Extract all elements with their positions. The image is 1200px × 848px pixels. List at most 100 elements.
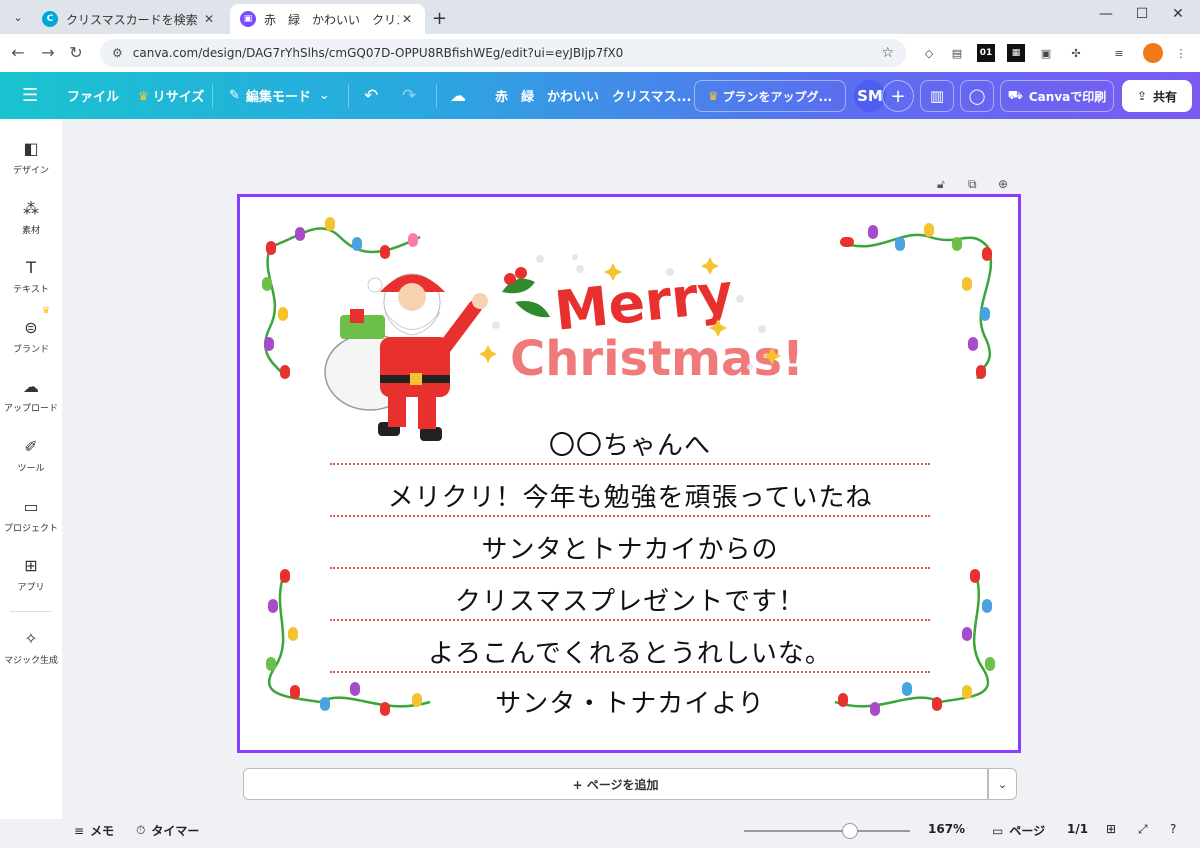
lock-icon[interactable]: 🔓︎: [937, 177, 945, 192]
file-menu[interactable]: ファイル: [67, 72, 119, 119]
resize-button[interactable]: ♛ リサイズ: [138, 72, 204, 119]
pencil-icon: ✎: [229, 88, 240, 103]
sidebar-item-tools[interactable]: ✐ ツール: [0, 427, 62, 483]
sidebar-item-label: 素材: [21, 225, 40, 236]
projects-icon: ▭: [23, 496, 39, 516]
upload-icon: ☁: [23, 376, 39, 396]
sidebar-item-projects[interactable]: ▭ プロジェクト: [0, 487, 62, 543]
browser-tab-bar: ⌄ C クリスマスカードを検索 - Canva ✕ ▣ 赤 緑 かわいい クリス…: [0, 0, 1200, 34]
zoom-slider-handle[interactable]: [842, 823, 859, 839]
card-text-line[interactable]: サンタ・トナカイより: [330, 683, 930, 720]
design-card[interactable]: Merry Christmas! 〇〇ちゃんへ メリクリ！今年も勉強を頑張ってい…: [237, 194, 1021, 753]
tools-icon: ✐: [24, 436, 38, 456]
insights-chart-icon[interactable]: ▥: [920, 80, 954, 112]
divider: [348, 84, 349, 108]
browser-menu-icon[interactable]: ⋮: [1172, 44, 1190, 62]
magic-icon: ✧: [24, 628, 38, 648]
crown-icon: ♛: [42, 306, 51, 316]
extension-image-icon[interactable]: ▤: [948, 44, 966, 62]
zoom-level[interactable]: 167%: [928, 822, 965, 836]
new-tab-icon[interactable]: +: [432, 8, 447, 29]
card-text-line[interactable]: メリクリ！今年も勉強を頑張っていたね: [330, 477, 930, 514]
design-favicon-icon: ▣: [240, 11, 256, 27]
cloud-save-icon[interactable]: ☁: [450, 72, 466, 119]
upgrade-label: プランをアップグ...: [722, 89, 833, 104]
reload-icon[interactable]: ↻: [66, 43, 86, 62]
timer-button[interactable]: ⏱ タイマー: [136, 822, 199, 839]
extension-save-icon[interactable]: ▣: [1037, 44, 1055, 62]
maximize-icon[interactable]: ☐: [1132, 6, 1152, 22]
apps-icon: ⊞: [24, 555, 38, 575]
sidebar-item-text[interactable]: T テキスト: [0, 248, 62, 304]
pages-button[interactable]: ▭ ページ: [992, 822, 1045, 839]
add-page-button[interactable]: + ページを追加: [243, 768, 988, 800]
extension-01-icon[interactable]: 01: [977, 44, 995, 62]
divider: [436, 84, 437, 108]
tab-search-canva[interactable]: C クリスマスカードを検索 - Canva ✕: [32, 4, 227, 34]
help-icon[interactable]: ?: [1170, 822, 1176, 836]
dotted-divider: [330, 515, 930, 517]
zoom-slider[interactable]: [744, 830, 910, 832]
share-upload-icon: ⇪: [1136, 89, 1148, 103]
dotted-divider: [330, 567, 930, 569]
close-icon[interactable]: ✕: [201, 12, 217, 26]
extension-bird-icon[interactable]: ◇: [920, 44, 938, 62]
chevron-down-icon[interactable]: ⌄: [988, 768, 1017, 800]
sidebar-item-brand[interactable]: ⊜ ブランド: [0, 308, 62, 364]
sidebar-item-design[interactable]: ◧ デザイン: [0, 129, 62, 185]
elements-icon: ⁂: [23, 198, 39, 218]
profile-avatar[interactable]: [1143, 43, 1163, 63]
grid-view-icon[interactable]: ⊞: [1106, 822, 1116, 836]
back-icon[interactable]: ←: [8, 43, 28, 62]
tab-active-design[interactable]: ▣ 赤 緑 かわいい クリスマスカード ✕: [230, 4, 425, 34]
add-collaborator-icon[interactable]: +: [882, 80, 914, 112]
extension-grid-icon[interactable]: ▦: [1007, 44, 1025, 62]
santa-illustration: [324, 273, 488, 441]
sidebar-item-label: ブランド: [12, 344, 49, 355]
add-page-icon[interactable]: ⊕: [998, 177, 1008, 191]
editor-header: ☰ ファイル ♛ リサイズ ✎ 編集モード ⌄ ↶ ↷ ☁ 赤 緑 かわいい ク…: [0, 72, 1200, 119]
bookmark-star-icon[interactable]: ☆: [881, 45, 894, 61]
string-lights-top-right: [839, 233, 993, 380]
media-control-icon[interactable]: ≡: [1110, 44, 1128, 62]
card-text-line[interactable]: クリスマスプレゼントです！: [330, 581, 930, 618]
share-label: 共有: [1153, 89, 1178, 104]
sidebar-item-magic[interactable]: ✧ マジック生成: [0, 619, 62, 675]
print-button[interactable]: ⛟ Canvaで印刷: [1000, 80, 1114, 112]
divider: [212, 84, 213, 108]
fullscreen-icon[interactable]: ⤢: [1138, 822, 1148, 837]
minimize-icon[interactable]: —: [1096, 6, 1116, 22]
canva-favicon-icon: C: [42, 11, 58, 27]
forward-icon[interactable]: →: [38, 43, 58, 62]
pages-icon: ▭: [992, 823, 1004, 838]
comment-icon[interactable]: ◯: [960, 80, 994, 112]
sidebar-item-label: テキスト: [13, 284, 49, 295]
share-button[interactable]: ⇪ 共有: [1122, 80, 1192, 112]
sidebar-item-upload[interactable]: ☁ アップロード: [0, 367, 62, 423]
upgrade-button[interactable]: ♛ プランをアップグ...: [694, 80, 846, 112]
dotted-divider: [330, 463, 930, 465]
sidebar-item-apps[interactable]: ⊞ アプリ: [0, 546, 62, 602]
document-title[interactable]: 赤 緑 かわいい クリスマス...: [495, 72, 691, 119]
timer-label: タイマー: [151, 824, 200, 838]
sidebar-item-label: マジック生成: [3, 655, 58, 666]
main-menu-icon[interactable]: ☰: [22, 72, 38, 119]
close-icon[interactable]: ✕: [399, 12, 415, 26]
undo-icon[interactable]: ↶: [364, 72, 378, 119]
card-text-line[interactable]: 〇〇ちゃんへ: [330, 425, 930, 462]
edit-mode-button[interactable]: ✎ 編集モード ⌄: [229, 72, 330, 119]
card-text-line[interactable]: よろこんでくれるとうれしいな。: [330, 633, 930, 670]
url-input[interactable]: ⚙ canva.com/design/DAG7rYhSlhs/cmGQ07D-O…: [100, 39, 906, 67]
window-close-icon[interactable]: ✕: [1168, 6, 1188, 22]
duplicate-page-icon[interactable]: ⧉: [968, 177, 977, 192]
redo-icon[interactable]: ↷: [402, 72, 416, 119]
extensions-puzzle-icon[interactable]: ✣: [1067, 44, 1085, 62]
url-text: canva.com/design/DAG7rYhSlhs/cmGQ07D-OPP…: [132, 46, 624, 60]
tab-search-icon[interactable]: ⌄: [8, 7, 28, 27]
notes-button[interactable]: ≡ メモ: [74, 822, 114, 839]
bottom-toolbar: ≡ メモ ⏱ タイマー 167% ▭ ページ 1/1 ⊞ ⤢ ?: [62, 814, 1200, 848]
card-text-line[interactable]: サンタとトナカイからの: [330, 529, 930, 566]
sidebar-item-elements[interactable]: ⁂ 素材: [0, 189, 62, 245]
site-settings-icon[interactable]: ⚙: [112, 46, 123, 60]
truck-icon: ⛟: [1007, 88, 1023, 102]
